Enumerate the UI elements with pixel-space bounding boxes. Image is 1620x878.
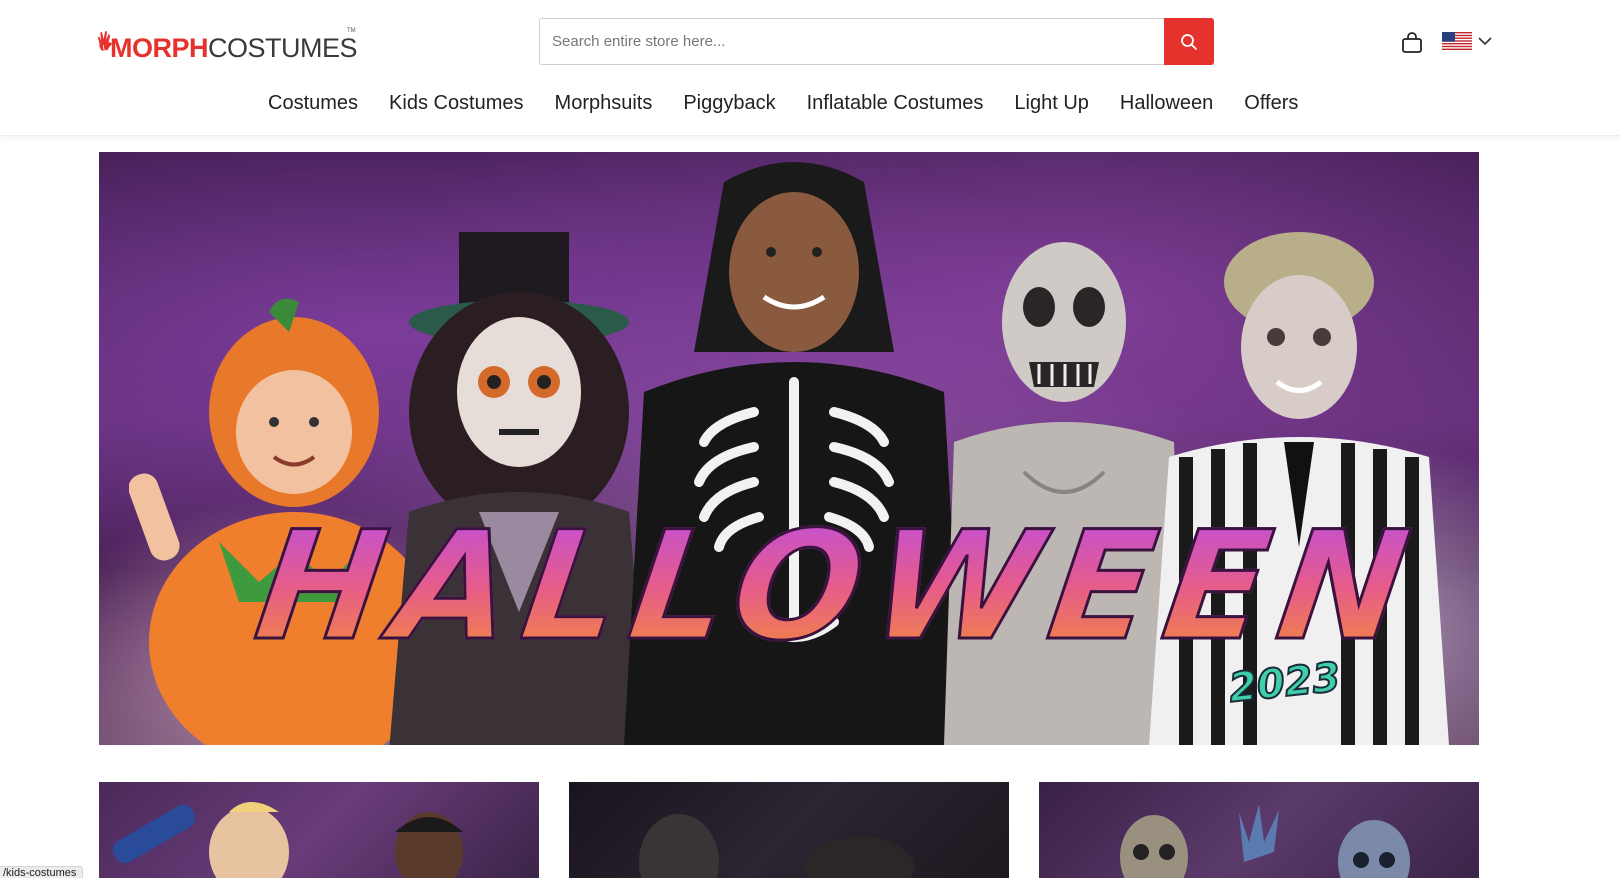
card-2-image <box>639 814 914 878</box>
locale-selector[interactable] <box>1442 32 1492 50</box>
us-flag-icon <box>1442 32 1472 50</box>
search-button[interactable] <box>1164 18 1214 65</box>
nav-item-piggyback[interactable]: Piggyback <box>683 90 775 116</box>
nav-item-costumes[interactable]: Costumes <box>268 90 358 116</box>
card-1-image <box>112 802 463 878</box>
nav-item-morphsuits[interactable]: Morphsuits <box>555 90 653 116</box>
brand-logo[interactable]: MORPHCOSTUMES <box>97 8 358 68</box>
cart-button[interactable] <box>1400 32 1424 54</box>
nav-item-offers[interactable]: Offers <box>1244 90 1298 116</box>
shopping-bag-icon <box>1402 32 1422 53</box>
nav-items: Costumes Kids Costumes Morphsuits Piggyb… <box>268 90 1329 116</box>
category-card-1[interactable] <box>99 782 539 878</box>
search-input[interactable] <box>540 19 1164 64</box>
chevron-down-icon <box>1478 37 1492 46</box>
hero-banner[interactable]: HALLOWEEN 2023 <box>99 152 1479 745</box>
nav-item-light-up[interactable]: Light Up <box>1014 90 1089 116</box>
nav-item-kids-costumes[interactable]: Kids Costumes <box>389 90 524 116</box>
search-icon <box>1181 33 1197 50</box>
category-card-3[interactable] <box>1039 782 1479 878</box>
logo-red-text: MORPH <box>109 33 209 63</box>
browser-status-url: /kids-costumes <box>0 866 84 878</box>
logo-dark-text: COSTUMES <box>207 33 358 63</box>
site-header: MORPHCOSTUMES TM Search entire store her… <box>0 0 1620 136</box>
nav-item-halloween[interactable]: Halloween <box>1120 90 1213 116</box>
logo-wordmark: MORPHCOSTUMES <box>109 33 358 63</box>
card-3-image <box>1120 804 1410 878</box>
hero-title: HALLOWEEN <box>245 499 1431 676</box>
trademark-mark: TM <box>347 28 356 34</box>
nav-item-inflatable-costumes[interactable]: Inflatable Costumes <box>807 90 984 116</box>
search-bar <box>539 18 1214 65</box>
category-card-2[interactable] <box>569 782 1009 878</box>
